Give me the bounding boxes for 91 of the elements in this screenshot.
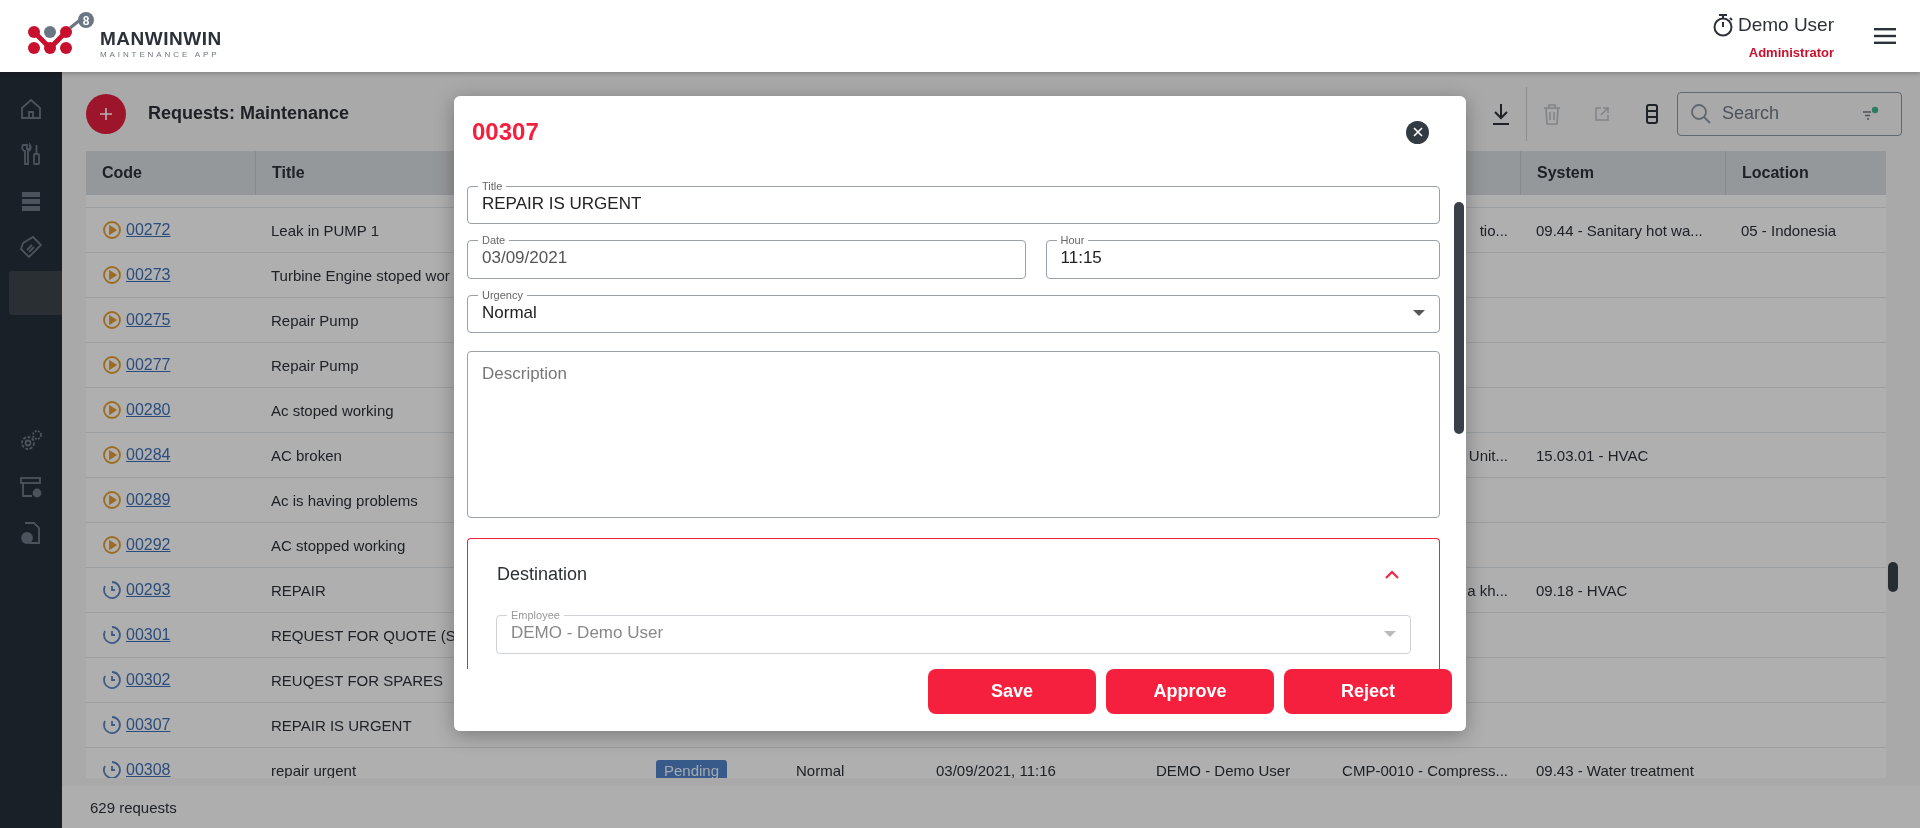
dropdown-arrow-icon (1413, 310, 1425, 318)
request-code-link[interactable]: 00301 (126, 626, 171, 644)
request-code-link[interactable]: 00292 (126, 536, 171, 554)
menu-icon[interactable] (1874, 28, 1896, 44)
scrollbar-thumb[interactable] (1888, 562, 1898, 592)
version-number: 8 (81, 14, 91, 28)
field-label: Title (481, 180, 504, 192)
request-code-link[interactable]: 00272 (126, 221, 171, 239)
table-cell: Repair Pump (271, 356, 359, 374)
table-cell: REPAIR (271, 581, 326, 599)
table-cell: Ac is having problems (271, 491, 418, 509)
title-field[interactable]: Title REPAIR IS URGENT (467, 180, 1440, 225)
chevron-up-icon[interactable] (1385, 569, 1399, 579)
field-value: 03/09/2021 (482, 247, 569, 270)
home-icon (19, 97, 43, 121)
field-label: Date (481, 234, 507, 247)
field-value: REPAIR IS URGENT (482, 192, 643, 215)
brand-name: MANWINWIN (100, 27, 222, 50)
request-code-link[interactable]: 00289 (126, 491, 171, 509)
field-value: DEMO - Demo User (511, 622, 665, 644)
status-badge: Pending (656, 759, 728, 778)
field-value: Normal (482, 301, 538, 324)
table-cell: DEMO - Demo User (1156, 761, 1291, 778)
field-label: Employee (510, 609, 561, 621)
gears-icon (19, 429, 43, 453)
date-field[interactable]: Date 03/09/2021 (467, 234, 1026, 280)
action-button[interactable]: Save (928, 669, 1096, 714)
dropdown-arrow-icon (1384, 630, 1396, 638)
server-icon (20, 190, 42, 212)
table-cell: Ac stoped working (271, 401, 394, 419)
table-cell: repair urgent (271, 761, 357, 778)
dialog-title: 00307 (472, 118, 539, 146)
search-placeholder: Search (1722, 103, 1781, 124)
table-cell: Normal (796, 761, 845, 778)
urgency-dropdown[interactable]: Urgency Normal (467, 289, 1440, 334)
search-icon (1690, 102, 1712, 125)
table-cell: 05 - Indonesia (1741, 221, 1837, 239)
request-code-link[interactable]: 00302 (126, 671, 171, 689)
record-count: 629 requests (90, 798, 177, 816)
request-code-link[interactable]: 00284 (126, 446, 171, 464)
table-cell: 09.18 - HVAC (1536, 581, 1628, 599)
document-clock-icon (19, 521, 43, 545)
table-cell: a kh... (1467, 581, 1508, 599)
table-cell: REUQEST FOR SPARES (271, 671, 443, 689)
search-field[interactable]: Search (1677, 91, 1902, 136)
table-cell: 15.03.01 - HVAC (1536, 446, 1649, 464)
table-cell: Leak in PUMP 1 (271, 221, 380, 239)
section-title[interactable]: Destination (497, 563, 588, 585)
add-button[interactable] (86, 93, 126, 134)
table-cell: Repair Pump (271, 311, 359, 329)
user-name[interactable]: Demo User (1737, 13, 1834, 36)
description-field[interactable]: Description (467, 351, 1440, 518)
request-code-link[interactable]: 00293 (126, 581, 171, 599)
archive-icon (19, 475, 43, 499)
request-code-link[interactable]: 00307 (126, 716, 171, 734)
user-role: Administrator (1748, 44, 1834, 60)
column-header[interactable]: Title (272, 164, 305, 182)
table-cell: REPAIR IS URGENT (271, 716, 412, 734)
page-title: Requests: Maintenance (148, 103, 350, 124)
table-cell: 09.43 - Water treatment (1536, 761, 1694, 778)
table-cell: Unit... (1468, 446, 1508, 464)
filter-icon[interactable] (1862, 105, 1880, 122)
close-icon (1412, 127, 1423, 137)
action-button[interactable]: Reject (1284, 669, 1452, 714)
table-cell: 03/09/2021, 11:16 (936, 761, 1056, 778)
table-cell: CMP-0010 - Compress... (1342, 761, 1508, 778)
plus-icon (98, 105, 114, 122)
column-header[interactable]: Location (1742, 164, 1809, 182)
stopwatch-icon[interactable] (1711, 12, 1734, 37)
field-label: Hour (1059, 234, 1086, 247)
table-cell: tio... (1479, 221, 1508, 239)
table-cell: 09.44 - Sanitary hot wa... (1536, 221, 1703, 239)
field-value: 11:15 (1060, 247, 1103, 270)
request-code-link[interactable]: 00277 (126, 356, 171, 374)
column-header[interactable]: System (1537, 164, 1594, 182)
brand-tagline: MAINTENANCE APP (100, 49, 221, 59)
scrollbar-thumb[interactable] (1454, 202, 1464, 434)
request-code-link[interactable]: 00275 (126, 311, 171, 329)
tools-icon (19, 142, 43, 168)
field-label: Urgency (481, 289, 524, 302)
close-button[interactable] (1406, 120, 1429, 144)
request-code-link[interactable]: 00308 (126, 761, 171, 778)
request-code-link[interactable]: 00273 (126, 266, 171, 284)
action-button[interactable]: Approve (1106, 669, 1274, 714)
request-code-link[interactable]: 00280 (126, 401, 171, 419)
hour-field[interactable]: Hour 11:15 (1045, 234, 1440, 280)
tag-icon (19, 235, 43, 259)
table-cell: AC stopped working (271, 536, 406, 554)
column-header[interactable]: Code (102, 164, 142, 182)
table-cell: AC broken (271, 446, 342, 464)
table-cell: Turbine Engine stoped wor (271, 266, 450, 284)
